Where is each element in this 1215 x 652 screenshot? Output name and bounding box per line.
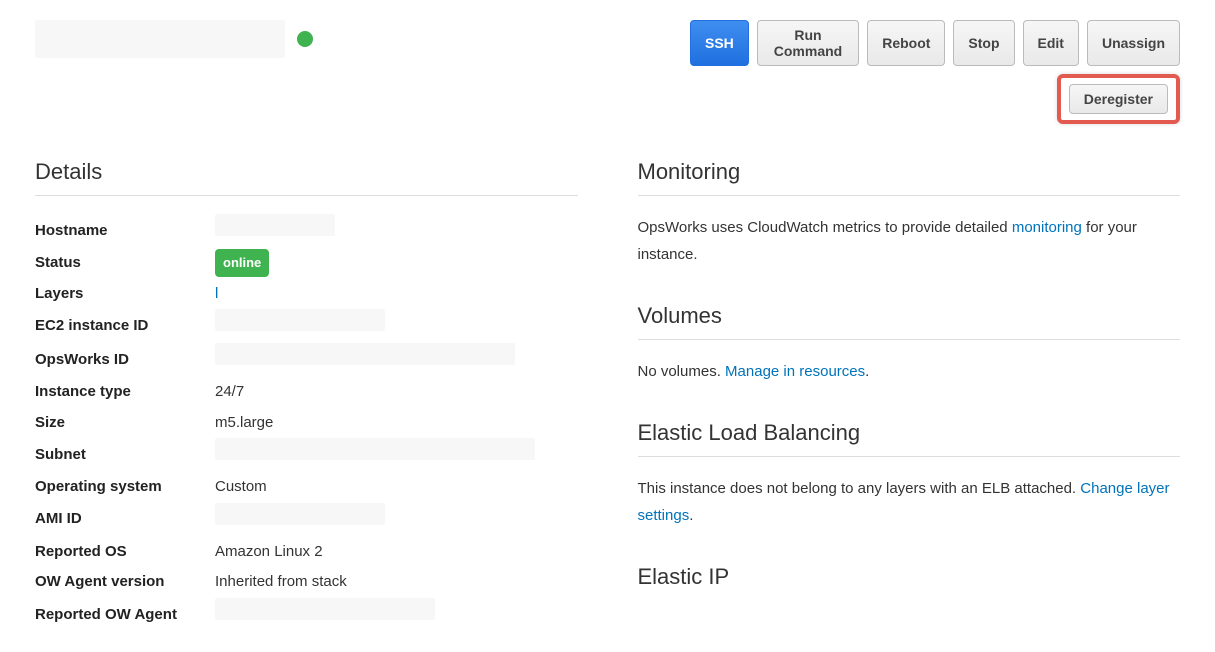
os-value: Custom <box>215 472 267 503</box>
detail-row-ec2-id: EC2 instance ID <box>35 309 578 343</box>
layers-link[interactable]: l <box>215 285 218 302</box>
detail-row-ow-agent: OW Agent version Inherited from stack <box>35 567 578 598</box>
detail-label: Instance type <box>35 377 215 408</box>
opsworks-id-redacted <box>215 343 515 365</box>
deregister-highlight: Deregister <box>1057 74 1180 124</box>
ami-redacted <box>215 503 385 525</box>
details-heading: Details <box>35 159 578 196</box>
detail-label: Subnet <box>35 440 215 471</box>
detail-row-layers: Layers l <box>35 279 578 310</box>
elb-body: This instance does not belong to any lay… <box>638 475 1181 529</box>
unassign-button[interactable]: Unassign <box>1087 20 1180 66</box>
reported-ow-agent-redacted <box>215 598 435 620</box>
reboot-button[interactable]: Reboot <box>867 20 945 66</box>
action-bar: SSH Run Command Reboot Stop Edit Unassig… <box>690 20 1180 124</box>
detail-label: Reported OW Agent <box>35 600 215 631</box>
monitoring-link[interactable]: monitoring <box>1012 219 1082 236</box>
detail-label: Layers <box>35 279 215 310</box>
instance-name-redacted <box>35 20 285 58</box>
detail-row-reported-os: Reported OS Amazon Linux 2 <box>35 537 578 568</box>
elb-text-pre: This instance does not belong to any lay… <box>638 480 1081 497</box>
volumes-heading: Volumes <box>638 303 1181 340</box>
volumes-body: No volumes. Manage in resources. <box>638 358 1181 385</box>
ow-agent-value: Inherited from stack <box>215 567 347 598</box>
run-command-button[interactable]: Run Command <box>757 20 859 66</box>
detail-row-ami: AMI ID <box>35 503 578 537</box>
detail-row-reported-ow-agent: Reported OW Agent <box>35 598 578 632</box>
elb-heading: Elastic Load Balancing <box>638 420 1181 457</box>
edit-button[interactable]: Edit <box>1023 20 1079 66</box>
detail-label: OpsWorks ID <box>35 345 215 376</box>
ec2-id-redacted <box>215 309 385 331</box>
detail-label: Size <box>35 408 215 439</box>
detail-row-status: Status online <box>35 248 578 279</box>
detail-label: Operating system <box>35 472 215 503</box>
size-value: m5.large <box>215 408 273 439</box>
instance-name-block <box>35 20 313 58</box>
detail-label: Reported OS <box>35 537 215 568</box>
subnet-redacted <box>215 438 535 460</box>
status-dot-icon <box>297 31 313 47</box>
monitoring-heading: Monitoring <box>638 159 1181 196</box>
right-column: Monitoring OpsWorks uses CloudWatch metr… <box>638 159 1181 632</box>
deregister-button[interactable]: Deregister <box>1069 84 1168 114</box>
monitoring-body: OpsWorks uses CloudWatch metrics to prov… <box>638 214 1181 268</box>
volumes-text-post: . <box>865 363 869 380</box>
monitoring-text-pre: OpsWorks uses CloudWatch metrics to prov… <box>638 219 1012 236</box>
elb-text-post: . <box>689 507 693 524</box>
detail-row-os: Operating system Custom <box>35 472 578 503</box>
manage-resources-link[interactable]: Manage in resources <box>725 363 865 380</box>
detail-row-subnet: Subnet <box>35 438 578 472</box>
reported-os-value: Amazon Linux 2 <box>215 537 323 568</box>
detail-row-opsworks-id: OpsWorks ID <box>35 343 578 377</box>
detail-label: OW Agent version <box>35 567 215 598</box>
detail-label: Status <box>35 248 215 279</box>
stop-button[interactable]: Stop <box>953 20 1014 66</box>
details-column: Details Hostname Status online Layers l … <box>35 159 578 632</box>
detail-row-hostname: Hostname <box>35 214 578 248</box>
detail-row-instance-type: Instance type 24/7 <box>35 377 578 408</box>
status-badge: online <box>215 249 269 278</box>
ssh-button[interactable]: SSH <box>690 20 749 66</box>
content-columns: Details Hostname Status online Layers l … <box>35 159 1180 632</box>
page-header: SSH Run Command Reboot Stop Edit Unassig… <box>35 20 1180 124</box>
eip-heading: Elastic IP <box>638 564 1181 600</box>
hostname-redacted <box>215 214 335 236</box>
detail-label: AMI ID <box>35 504 215 535</box>
detail-label: EC2 instance ID <box>35 311 215 342</box>
detail-label: Hostname <box>35 216 215 247</box>
volumes-text-pre: No volumes. <box>638 363 726 380</box>
detail-row-size: Size m5.large <box>35 408 578 439</box>
instance-type-value: 24/7 <box>215 377 244 408</box>
